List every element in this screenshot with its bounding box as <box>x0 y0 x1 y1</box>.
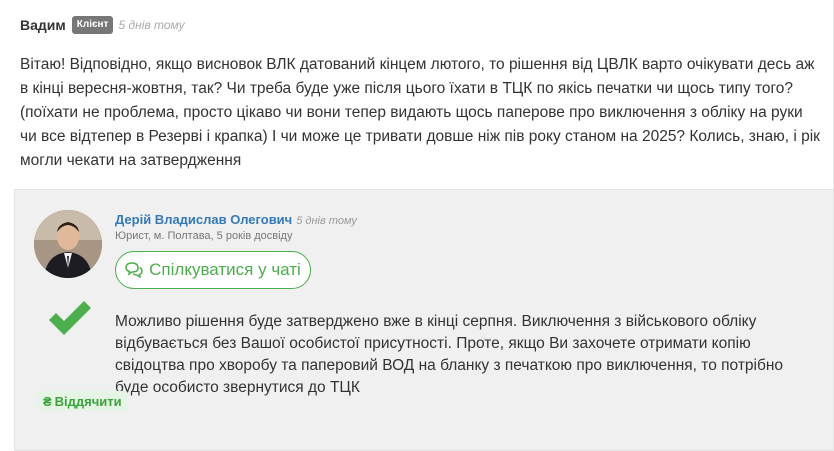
chat-button-label: Спілкуватися у чаті <box>149 260 301 279</box>
avatar-photo <box>34 210 102 278</box>
chat-button[interactable]: Спілкуватися у чаті <box>115 251 311 289</box>
answer-text: Можливо рішення буде затверджено вже в к… <box>115 313 784 396</box>
client-badge: Клієнт <box>71 16 114 34</box>
question-time: 5 днів тому <box>118 18 185 32</box>
lawyer-subtitle: Юрист, м. Полтава, 5 років досвіду <box>115 230 293 242</box>
comments-icon <box>125 262 143 278</box>
question-author: Вадим <box>20 17 66 33</box>
answer-card: Дерій Владислав Олегович 5 днів тому Юри… <box>14 189 834 451</box>
lawyer-avatar[interactable] <box>34 210 102 278</box>
checkmark-icon <box>49 301 91 335</box>
lawyer-name-link[interactable]: Дерій Владислав Олегович <box>115 212 292 227</box>
answer-time: 5 днів тому <box>296 215 357 227</box>
answer-header: Дерій Владислав Олегович 5 днів тому <box>115 212 357 227</box>
question-card: Вадим Клієнт 5 днів тому Вітаю! Відповід… <box>0 0 834 190</box>
question-header: Вадим Клієнт 5 днів тому <box>20 16 185 34</box>
thanks-button[interactable]: ₴ Віддячити <box>37 391 128 411</box>
thanks-button-label: Віддячити <box>54 393 122 409</box>
hryvnia-icon: ₴ <box>43 393 52 409</box>
question-text: Вітаю! Відповідно, якщо висновок ВЛК дат… <box>20 56 820 169</box>
